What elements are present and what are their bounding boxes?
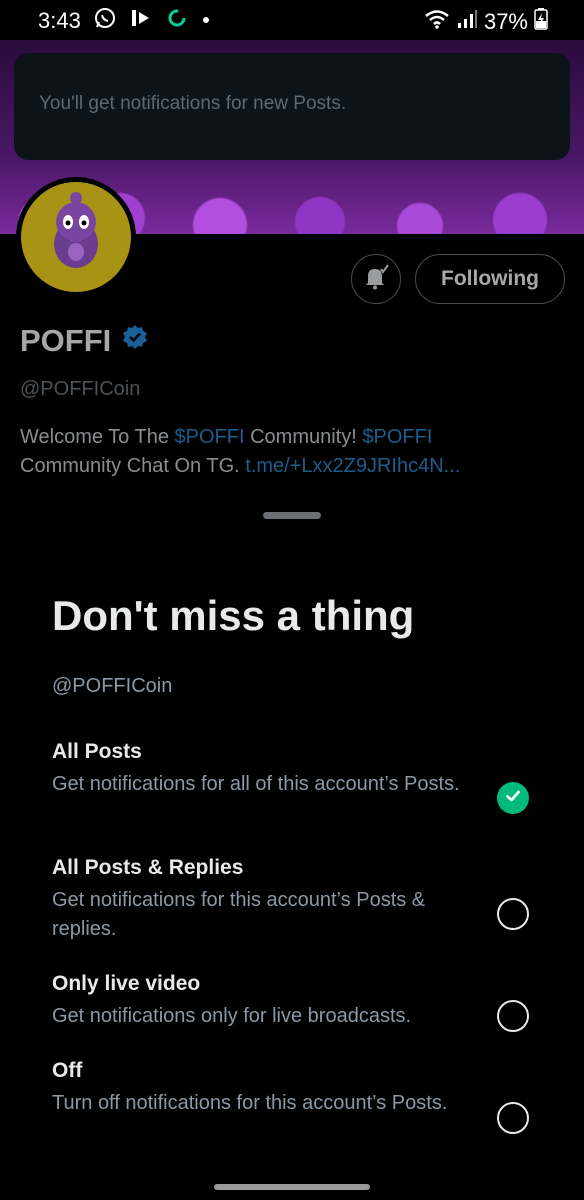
option-title: All Posts & Replies bbox=[52, 856, 244, 879]
option-description: Get notifications only for live broadcas… bbox=[52, 1005, 412, 1027]
radio-only-live-video[interactable] bbox=[497, 1000, 529, 1032]
battery-icon bbox=[534, 8, 548, 36]
status-bar: 3:43 37% bbox=[0, 0, 584, 40]
toast-message: You'll get notifications for new Posts. bbox=[39, 93, 347, 114]
option-only-live-video[interactable]: Only live video Get notifications only f… bbox=[52, 972, 542, 1031]
sync-icon bbox=[166, 7, 188, 34]
option-off[interactable]: Off Turn off notifications for this acco… bbox=[52, 1059, 542, 1118]
profile-name: POFFI bbox=[20, 323, 112, 358]
profile-name-row: POFFI bbox=[20, 323, 149, 359]
battery-text: 37% bbox=[483, 9, 528, 34]
bio-cashtag-link-2[interactable]: $POFFI bbox=[362, 426, 432, 448]
home-indicator[interactable] bbox=[214, 1184, 370, 1190]
sheet-drag-handle[interactable] bbox=[263, 512, 321, 519]
bio-cashtag-link[interactable]: $POFFI bbox=[175, 426, 245, 448]
avatar-image bbox=[21, 182, 131, 292]
check-icon bbox=[504, 787, 522, 810]
play-icon bbox=[130, 7, 152, 34]
bio-text-2: Community! bbox=[244, 426, 363, 448]
whatsapp-icon bbox=[94, 7, 116, 34]
option-description: Turn off notifications for this account’… bbox=[52, 1092, 448, 1114]
radio-all-posts-replies[interactable] bbox=[497, 898, 529, 930]
option-description: Get notifications for all of this accoun… bbox=[52, 773, 460, 795]
radio-all-posts[interactable] bbox=[497, 782, 529, 814]
sheet-title: Don't miss a thing bbox=[52, 592, 415, 639]
radio-off[interactable] bbox=[497, 1102, 529, 1134]
verified-badge-icon bbox=[121, 323, 149, 359]
dot-icon bbox=[202, 11, 210, 29]
sheet-handle: @POFFICoin bbox=[52, 675, 173, 697]
option-title: Only live video bbox=[52, 972, 201, 995]
avatar[interactable] bbox=[16, 177, 136, 297]
profile-handle: @POFFICoin bbox=[20, 378, 141, 400]
bio-telegram-link[interactable]: t.me/+Lxx2Z9JRIhc4N... bbox=[245, 455, 460, 477]
option-all-posts-replies[interactable]: All Posts & Replies Get notifications fo… bbox=[52, 856, 542, 944]
option-title: Off bbox=[52, 1059, 83, 1082]
option-description: Get notifications for this account’s Pos… bbox=[52, 889, 426, 940]
notification-toast: You'll get notifications for new Posts. bbox=[14, 53, 570, 160]
bio-text-1: Welcome To The bbox=[20, 426, 175, 448]
option-all-posts[interactable]: All Posts Get notifications for all of t… bbox=[52, 740, 542, 799]
status-notification-icons bbox=[94, 7, 210, 34]
wifi-icon bbox=[424, 8, 450, 36]
status-time: 3:43 bbox=[38, 8, 81, 33]
following-button[interactable]: Following bbox=[415, 254, 565, 304]
signal-icon bbox=[456, 8, 478, 36]
option-title: All Posts bbox=[52, 740, 142, 763]
bio-text-3: Community Chat On TG. bbox=[20, 455, 246, 477]
bell-icon bbox=[362, 263, 390, 296]
profile-bio: Welcome To The $POFFI Community! $POFFI … bbox=[20, 423, 560, 481]
status-system-icons: 37% bbox=[424, 8, 548, 36]
notification-bell-button[interactable] bbox=[351, 254, 401, 304]
